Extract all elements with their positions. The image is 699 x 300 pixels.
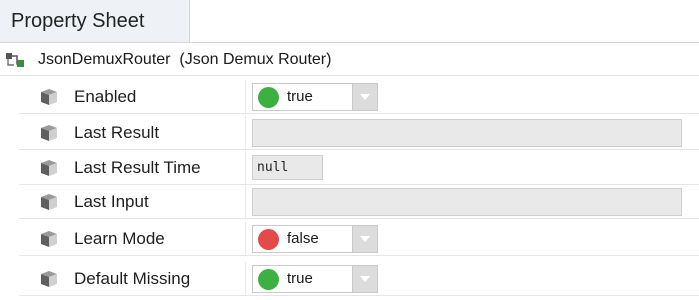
dropdown-button[interactable] xyxy=(352,84,377,110)
enabled-select[interactable]: true xyxy=(252,83,378,111)
property-row-default-missing: Default Missing true xyxy=(19,262,699,296)
last-input-field[interactable] xyxy=(252,188,682,216)
property-label: Last Result xyxy=(74,123,160,142)
slot-cube-icon xyxy=(39,230,59,248)
status-dot-icon xyxy=(258,269,279,290)
dropdown-button[interactable] xyxy=(352,266,377,292)
property-row-last-input: Last Input xyxy=(19,185,699,219)
slot-cube-icon xyxy=(39,124,59,142)
last-result-time-field: null xyxy=(252,155,323,180)
last-result-field[interactable] xyxy=(252,119,682,147)
learn-mode-select[interactable]: false xyxy=(252,225,378,253)
column-divider xyxy=(245,151,246,184)
property-row-learn-mode: Learn Mode false xyxy=(19,222,699,256)
slot-cube-icon xyxy=(39,270,59,288)
column-divider xyxy=(245,262,246,295)
column-divider xyxy=(245,116,246,149)
status-dot-icon xyxy=(258,87,279,108)
select-value: true xyxy=(287,270,313,287)
property-row-last-result-time: Last Result Time null xyxy=(19,151,699,185)
property-row-last-result: Last Result xyxy=(19,116,699,150)
tab-bar: Property Sheet xyxy=(0,0,699,43)
property-label: Last Input xyxy=(74,192,149,211)
slot-cube-icon xyxy=(39,159,59,177)
select-value: false xyxy=(287,230,319,247)
tab-property-sheet[interactable]: Property Sheet xyxy=(0,0,190,42)
component-root-row[interactable]: JsonDemuxRouter (Json Demux Router) xyxy=(0,44,699,76)
slot-cube-icon xyxy=(39,193,59,211)
chevron-down-icon xyxy=(360,94,370,100)
column-divider xyxy=(245,80,246,113)
slot-cube-icon xyxy=(39,88,59,106)
column-divider xyxy=(245,185,246,218)
component-icon xyxy=(4,51,26,69)
chevron-down-icon xyxy=(360,276,370,282)
column-divider xyxy=(245,222,246,255)
status-dot-icon xyxy=(258,229,279,250)
chevron-down-icon xyxy=(360,236,370,242)
property-label: Enabled xyxy=(74,87,137,106)
property-row-enabled: Enabled true xyxy=(19,80,699,114)
component-label: JsonDemuxRouter (Json Demux Router) xyxy=(38,51,332,68)
property-label: Learn Mode xyxy=(74,229,165,248)
property-label: Default Missing xyxy=(74,269,191,288)
select-value: true xyxy=(287,88,313,105)
dropdown-button[interactable] xyxy=(352,226,377,252)
property-label: Last Result Time xyxy=(74,158,201,177)
default-missing-select[interactable]: true xyxy=(252,265,378,293)
